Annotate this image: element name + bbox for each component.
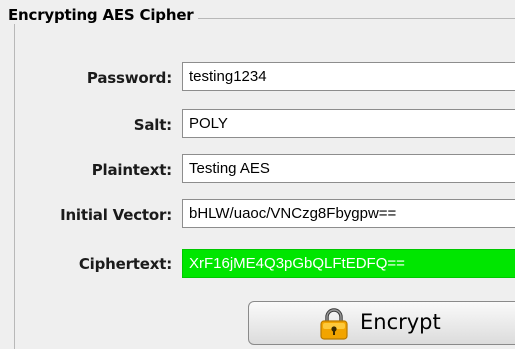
ciphertext-field[interactable]: XrF16jME4Q3pGbQLFtEDFQ== [182,249,515,278]
password-label: Password: [86,69,172,87]
password-label-wrap: Password: [0,63,172,93]
plaintext-label-wrap: Plaintext: [0,155,172,185]
encrypt-button-label: Encrypt [360,310,441,334]
password-field[interactable]: testing1234 [182,62,515,91]
salt-label-wrap: Salt: [0,110,172,140]
plaintext-field[interactable]: Testing AES [182,154,515,183]
lock-icon [319,308,349,340]
initial-vector-label-wrap: Initial Vector: [0,200,172,230]
ciphertext-label-wrap: Ciphertext: [0,249,172,279]
plaintext-label: Plaintext: [91,161,172,179]
initial-vector-field[interactable]: bHLW/uaoc/VNCzg8Fbygpw== [182,199,515,228]
ciphertext-label: Ciphertext: [78,255,172,273]
salt-field[interactable]: POLY [182,109,515,138]
initial-vector-label: Initial Vector: [60,206,172,224]
encrypt-panel: Encrypting AES Cipher Password: testing1… [0,0,515,349]
encrypt-button[interactable]: Encrypt [248,301,515,345]
panel-title: Encrypting AES Cipher [8,6,198,24]
salt-label: Salt: [133,116,172,134]
